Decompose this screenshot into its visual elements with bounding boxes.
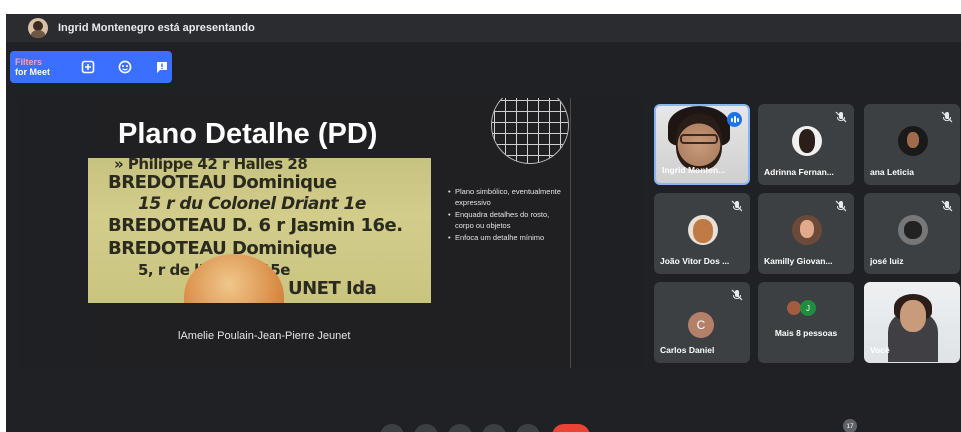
more-participants-tile[interactable]: J Mais 8 pessoas [758, 282, 854, 363]
slide-caption: lAmelie Poulain-Jean-Pierre Jeunet [178, 330, 351, 342]
slide-title: Plano Detalhe (PD) [118, 118, 378, 150]
captions-button[interactable] [448, 424, 472, 432]
feedback-icon [157, 62, 167, 73]
present-button[interactable] [482, 424, 506, 432]
participant-tile-adrinna[interactable]: Adrinna Fernan... [758, 104, 854, 185]
self-video-face [900, 300, 926, 332]
presenter-banner: Ingrid Montenegro está apresentando [6, 14, 961, 42]
grid-decoration [491, 98, 569, 164]
mic-off-icon [940, 110, 954, 124]
presenter-avatar [28, 18, 48, 38]
mic-off-icon [940, 199, 954, 213]
participant-name: Adrinna Fernan... [764, 167, 834, 177]
face-icon [118, 60, 132, 74]
slide-photo: » Philippe 42 r Halles 28 BREDOTEAU Domi… [88, 158, 431, 303]
participant-tile-carlos[interactable]: C Carlos Daniel [654, 282, 750, 363]
camera-button[interactable] [414, 424, 438, 432]
bullet-item: Plano simbólico, eventualmente expressiv… [448, 186, 568, 208]
avatar [688, 215, 718, 245]
more-options-button[interactable] [516, 424, 540, 432]
photo-line: 15 r du Colonel Driant 1e [138, 194, 366, 214]
slide-divider [570, 98, 571, 368]
slide-bullets: Plano simbólico, eventualmente expressiv… [448, 186, 568, 244]
feedback-button[interactable] [152, 57, 172, 77]
filters-brand-line2: for Meet [15, 67, 51, 77]
avatar-letter: J [800, 300, 816, 316]
participant-name: Carlos Daniel [660, 345, 715, 355]
mic-button[interactable] [380, 424, 404, 432]
participant-count-badge: 17 [843, 419, 857, 432]
photo-line: UNET Ida [288, 278, 377, 299]
avatar [792, 126, 822, 156]
speaking-icon [727, 112, 742, 127]
participant-tile-ingrid[interactable]: Ingrid Monten... [654, 104, 750, 185]
filters-brand-line1: Filters [15, 57, 43, 67]
avatar [898, 126, 928, 156]
avatar [792, 215, 822, 245]
participant-tile-kamilly[interactable]: Kamilly Giovan... [758, 193, 854, 274]
meet-window: Ingrid Montenegro está apresentando Filt… [6, 14, 961, 432]
presenting-text: Ingrid Montenegro está apresentando [58, 22, 255, 34]
video-glasses [680, 134, 718, 144]
self-view-tile[interactable]: Você [864, 282, 960, 363]
participant-name: ana Leticia [870, 167, 914, 177]
participant-tile-ana[interactable]: ana Leticia [864, 104, 960, 185]
add-filter-icon [81, 60, 95, 74]
participant-name: Ingrid Monten... [662, 165, 726, 175]
face-filter-button[interactable] [115, 57, 135, 77]
participant-name: João Vitor Dos ... [660, 256, 730, 266]
mic-off-icon [834, 199, 848, 213]
mic-off-icon [834, 110, 848, 124]
bullet-item: Enquadra detalhes do rosto, corpo ou obj… [448, 209, 568, 231]
filters-toolbar: Filters for Meet [10, 51, 172, 83]
photo-line: BREDOTEAU D. 6 r Jasmin 16e. [108, 215, 403, 236]
photo-line: » Philippe 42 r Halles 28 [114, 158, 308, 173]
avatar-letter: C [688, 312, 714, 338]
add-filter-button[interactable] [78, 57, 98, 77]
presentation-area: Plano Detalhe (PD) » Philippe 42 r Halle… [18, 98, 642, 368]
bullet-item: Enfoca um detalhe mínimo [448, 232, 568, 243]
participant-name: josé luiz [870, 256, 904, 266]
slide: Plano Detalhe (PD) » Philippe 42 r Halle… [88, 98, 573, 368]
participant-tile-jose[interactable]: josé luiz [864, 193, 960, 274]
photo-line: BREDOTEAU Dominique [108, 172, 337, 193]
mic-off-icon [730, 199, 744, 213]
more-participants-label: Mais 8 pessoas [774, 328, 838, 338]
participant-tile-joao[interactable]: João Vitor Dos ... [654, 193, 750, 274]
mic-off-icon [730, 288, 744, 302]
participant-name: Kamilly Giovan... [764, 256, 833, 266]
end-call-button[interactable] [552, 424, 590, 432]
participant-name: Você [870, 345, 890, 355]
filters-brand: Filters for Meet [15, 57, 61, 77]
avatar [898, 215, 928, 245]
